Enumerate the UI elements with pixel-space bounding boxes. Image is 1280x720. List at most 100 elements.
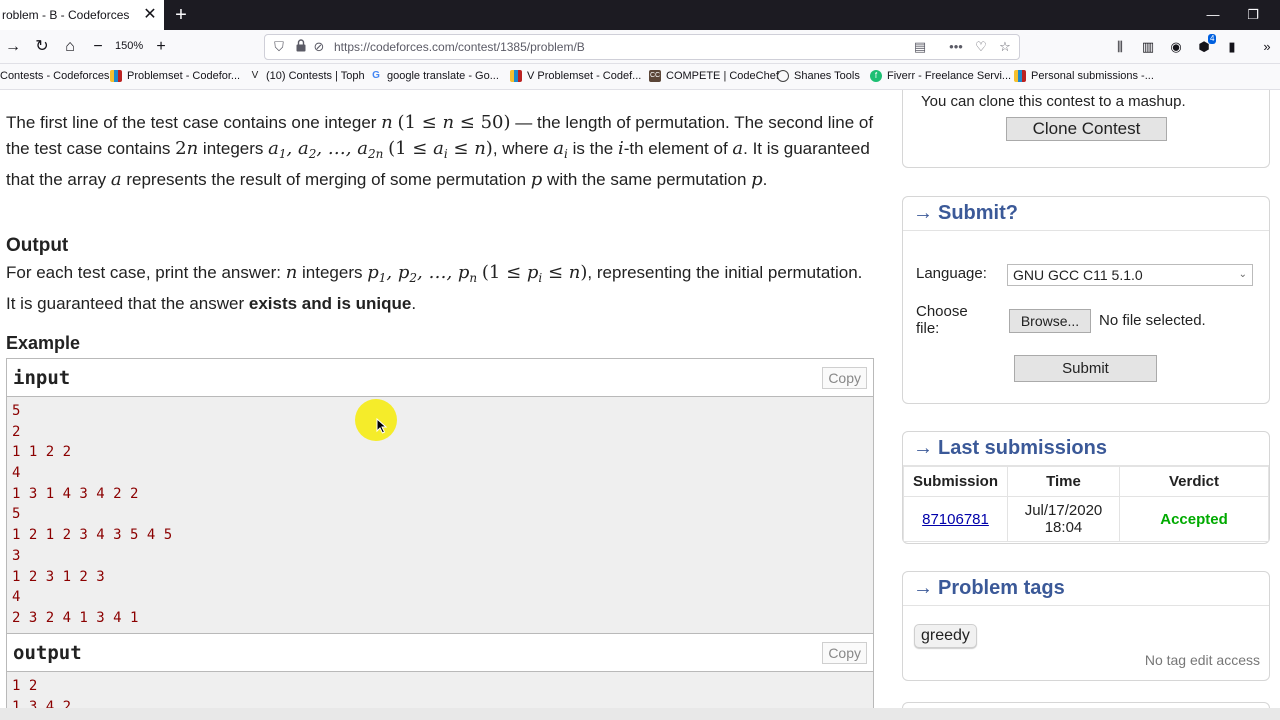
bookmark-fiverr[interactable]: f Fiverr - Freelance Servi... [870,70,1011,82]
pocket-icon[interactable]: ♡ [973,39,989,55]
minimize-icon[interactable]: — [1203,6,1223,24]
problem-tags-box: → Problem tags greedy No tag edit access [902,571,1270,681]
menu-icon[interactable]: » [1258,39,1276,55]
bookmark-codechef[interactable]: CC COMPETE | CodeChef [649,70,779,82]
problem-tags-caption-text: Problem tags [938,577,1065,599]
sample-input-lines[interactable]: 5 2 1 1 2 2 4 1 3 1 4 3 4 2 2 5 1 2 1 2 3 4 3 … [7,397,873,633]
account-icon[interactable]: ◉ [1167,39,1185,55]
language-label: Language: [916,265,987,282]
text: integers [198,139,269,158]
active-tab[interactable]: roblem - B - Codeforces ✕ [0,0,164,30]
problem-tags-caption: → Problem tags [903,572,1269,606]
zoom-out-icon[interactable]: − [89,38,107,56]
bookmark-label: COMPETE | CodeChef [666,70,779,82]
google-icon: G [372,70,380,81]
table-row: 87106781 Jul/17/2020 18:04 Accepted [903,496,1269,542]
copy-input-button[interactable]: Copy [822,367,867,389]
zoom-level[interactable]: 150% [111,39,147,53]
math-a: a [732,138,744,159]
extension-badge: 4 [1208,34,1217,44]
math-array-a: a1, a2, …, a2n [268,138,384,161]
bookmark-star-icon[interactable]: ☆ [997,39,1013,55]
text: is the [567,139,618,158]
codeforces-icon [510,70,522,82]
tab-bar: roblem - B - Codeforces ✕ + — ❐ [0,0,1280,30]
choose-file-label: Choose file: [916,303,968,337]
new-tab-icon[interactable]: + [170,4,192,26]
submission-link[interactable]: 87106781 [922,511,989,528]
bookmark-shanes-tools[interactable]: Shanes Tools [777,70,860,82]
submit-button[interactable]: Submit [1014,355,1157,382]
address-bar[interactable]: ⛉ ⊘ https://codeforces.com/contest/1385/… [264,34,1020,60]
shield-icon[interactable]: ⛉ [271,39,287,55]
verdict-accepted: Accepted [1160,510,1228,528]
sample-line: 2 3 2 4 1 3 4 1 [12,609,139,626]
browse-button[interactable]: Browse... [1009,309,1091,333]
sample-line: 1 2 3 1 2 3 [12,568,105,585]
extension-colors-icon[interactable]: ▮ [1223,39,1241,55]
clone-contest-box: You can clone this contest to a mashup. … [902,90,1270,168]
language-selected-value: GNU GCC C11 5.1.0 [1013,267,1143,283]
sample-line: 3 [12,547,21,564]
submission-date: Jul/17/2020 [1024,502,1103,519]
no-tag-edit-text: No tag edit access [1144,652,1260,668]
home-icon[interactable]: ⌂ [61,38,79,56]
page-content: The first line of the test case contains… [0,90,1280,708]
no-file-text: No file selected. [1099,312,1206,329]
zoom-in-icon[interactable]: + [152,38,170,56]
url-text[interactable]: https://codeforces.com/contest/1385/prob… [334,40,585,54]
lock-icon[interactable] [293,39,309,55]
submit-caption-text: Submit? [938,202,1018,224]
arrow-icon: → [913,437,933,459]
sample-line: 1 3 1 4 3 4 2 2 [12,485,139,502]
bookmark-label: google translate - Go... [387,70,499,82]
sidebar-icon[interactable]: ▥ [1139,39,1157,55]
bookmark-contests-codeforces[interactable]: Contests - Codeforces [0,70,109,82]
sample-output-lines[interactable]: 1 2 1 3 4 2 [7,672,873,708]
sample-line: 2 [12,423,21,440]
tag-greedy[interactable]: greedy [914,624,977,648]
sample-output-header: output Copy [7,634,873,672]
reader-view-icon[interactable]: ▤ [912,39,928,55]
mouse-cursor-icon [376,418,388,434]
last-submissions-box: → Last submissions Submission Time Verdic… [902,431,1270,544]
text: represents the result of merging of some… [121,170,531,189]
sample-line: 1 2 [12,678,38,694]
reload-icon[interactable]: ↻ [33,38,51,56]
permissions-icon[interactable]: ⊘ [311,39,327,55]
close-tab-icon[interactable]: ✕ [142,7,158,23]
sample-output-box: output Copy 1 2 1 3 4 2 [6,633,874,708]
copy-output-button[interactable]: Copy [822,642,867,664]
clone-contest-button[interactable]: Clone Contest [1006,117,1167,141]
bookmark-problemset-codeforces[interactable]: Problemset - Codefor... [110,70,240,82]
verdict-cell: Accepted [1119,496,1269,542]
math-constraint-p: (1 ≤ pi ≤ n) [481,262,588,285]
math-a: a [110,169,122,190]
bookmark-personal-submissions[interactable]: Personal submissions -... [1014,70,1154,82]
sample-line: 5 [12,403,21,419]
text: , where [492,139,554,158]
bookmark-problemset-codeforces-2[interactable]: V Problemset - Codef... [510,70,641,82]
forward-icon[interactable]: → [4,38,22,56]
restore-icon[interactable]: ❐ [1243,6,1263,24]
math-p: p [530,169,543,190]
bookmark-toph[interactable]: V (10) Contests | Toph [249,70,365,82]
bottom-scroll-area [0,708,1280,720]
codechef-icon: CC [649,70,661,82]
text: The first line of the test case contains… [6,113,382,132]
sample-input-title: input [13,367,71,389]
language-select[interactable]: GNU GCC C11 5.1.0 ⌄ [1007,264,1253,286]
math-n: n [285,262,298,283]
bookmark-google-translate[interactable]: Ggoogle translate - Go... [370,70,499,82]
math-ai: ai [553,138,568,161]
bookmark-label: (10) Contests | Toph [266,70,365,82]
tab-title: roblem - B - Codeforces [2,8,130,22]
submissions-table: Submission Time Verdict 87106781 Jul/17/… [903,466,1269,542]
library-icon[interactable]: ⫼ [1111,39,1129,55]
codeforces-icon [1014,70,1026,82]
input-specification: The first line of the test case contains… [6,110,876,193]
output-specification: For each test case, print the answer: n … [6,260,876,317]
page-actions-icon[interactable]: ••• [948,39,964,55]
bookmark-label: Shanes Tools [794,70,860,82]
submission-time-cell: Jul/17/2020 18:04 [1007,496,1120,542]
